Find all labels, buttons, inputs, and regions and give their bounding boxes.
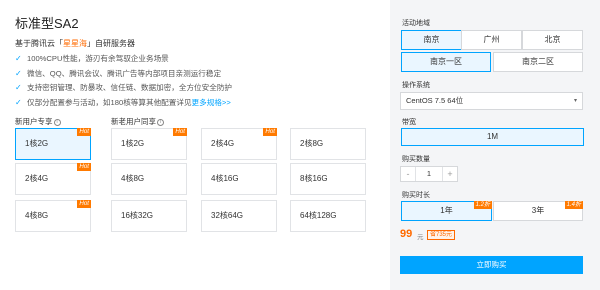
feature-item: ✓ 支持密钥管理、防暴攻、信任链、数据加密，全方位安全防护	[15, 81, 232, 96]
spec-card-label: 8核16G	[300, 174, 328, 183]
spec-card-4c16g[interactable]: 4核16G	[201, 163, 277, 195]
region-city-beijing[interactable]: 北京	[522, 30, 583, 50]
discount-badge: 1.4折	[564, 201, 583, 209]
spec-card-label: 2核8G	[300, 139, 324, 148]
increment-button[interactable]: +	[442, 167, 457, 181]
all-user-group-label: 新老用户同享 i	[111, 116, 164, 127]
spec-card-label: 4核8G	[25, 211, 49, 220]
check-icon: ✓	[15, 83, 22, 93]
bandwidth-option[interactable]: 1M	[401, 128, 584, 146]
product-purchase-panel: 标准型SA2 基于腾讯云「星星海」自研服务器 ✓ 100%CPU性能，游刃有余驾驭…	[0, 0, 600, 290]
info-icon[interactable]: i	[157, 118, 164, 126]
duration-label: 购买时长	[402, 192, 430, 199]
feature-text: 仅部分配置参与活动，如180核等算其他配置详见	[27, 97, 192, 107]
duration-option-label: 3年	[531, 206, 545, 215]
spec-card-16c32g[interactable]: 16核32G	[111, 200, 187, 232]
check-icon: ✓	[15, 97, 22, 107]
product-title: 标准型SA2	[15, 16, 79, 31]
product-subtitle: 基于腾讯云「星星海」自研服务器	[15, 38, 135, 49]
all-user-label-text: 新老用户同享	[111, 117, 156, 126]
new-user-label-text: 新用户专享	[15, 117, 53, 126]
zone-nanjing-2[interactable]: 南京二区	[493, 52, 583, 72]
check-icon: ✓	[15, 68, 22, 78]
os-value: CentOS 7.5 64位	[406, 96, 464, 105]
duration-1-year[interactable]: 1年 1.2折	[401, 201, 492, 221]
spec-card-new-1c2g[interactable]: 1核2G Hot	[15, 128, 91, 160]
quantity-value[interactable]: 1	[416, 167, 442, 181]
spec-card-1c2g[interactable]: 1核2G Hot	[111, 128, 187, 160]
quantity-label: 购买数量	[402, 156, 430, 163]
new-user-group-label: 新用户专享 i	[15, 116, 61, 127]
spec-card-label: 1核2G	[25, 139, 49, 148]
chevron-down-icon: ▾	[573, 98, 577, 104]
spec-card-32c64g[interactable]: 32核64G	[201, 200, 277, 232]
more-specs-link[interactable]: 更多规格>>	[192, 98, 231, 107]
buy-now-button[interactable]: 立即购买	[400, 256, 583, 274]
feature-text: 100%CPU性能，游刃有余驾驭企业务场景	[27, 54, 169, 63]
subtitle-highlight: 星星海	[63, 39, 87, 48]
duration-option-label: 1年	[440, 206, 453, 215]
price-unit: 元	[417, 234, 424, 241]
region-label: 活动地域	[402, 20, 430, 27]
price-value: 99	[400, 228, 413, 240]
spec-card-64c128g[interactable]: 64核128G	[290, 200, 366, 232]
savings-badge: 省735元	[427, 230, 456, 240]
region-city-guangzhou[interactable]: 广州	[461, 30, 522, 50]
hot-badge: Hot	[77, 163, 91, 171]
spec-card-label: 64核128G	[300, 211, 337, 220]
feature-text: 微信、QQ、腾讯会议、腾讯广告等内部项目亲测运行稳定	[27, 68, 222, 78]
duration-3-year[interactable]: 3年 1.4折	[493, 201, 583, 221]
spec-card-label: 4核8G	[121, 174, 145, 183]
spec-card-label: 32核64G	[211, 211, 244, 220]
hot-badge: Hot	[263, 128, 277, 136]
os-label: 操作系统	[402, 82, 430, 89]
spec-card-8c16g[interactable]: 8核16G	[290, 163, 366, 195]
check-icon: ✓	[15, 54, 22, 63]
subtitle-suffix: 」自研服务器	[87, 39, 135, 48]
feature-list: ✓ 100%CPU性能，游刃有余驾驭企业务场景 ✓ 微信、QQ、腾讯会议、腾讯广告等…	[15, 52, 232, 110]
zone-nanjing-1[interactable]: 南京一区	[401, 52, 491, 72]
feature-text: 支持密钥管理、防暴攻、信任链、数据加密，全方位安全防护	[27, 83, 233, 93]
spec-card-4c8g[interactable]: 4核8G	[111, 163, 187, 195]
spec-card-label: 4核16G	[211, 174, 239, 183]
spec-card-label: 2核4G	[25, 174, 49, 183]
spec-card-new-2c4g[interactable]: 2核4G Hot	[15, 163, 91, 195]
os-select[interactable]: CentOS 7.5 64位 ▾	[400, 92, 583, 110]
subtitle-prefix: 基于腾讯云「	[15, 39, 63, 48]
info-icon[interactable]: i	[53, 118, 61, 126]
hot-badge: Hot	[173, 128, 187, 136]
quantity-stepper: - 1 +	[400, 166, 458, 182]
spec-card-2c4g[interactable]: 2核4G Hot	[201, 128, 277, 160]
spec-card-label: 2核4G	[211, 139, 235, 148]
hot-badge: Hot	[77, 128, 91, 136]
discount-badge: 1.2折	[473, 201, 492, 209]
decrement-button[interactable]: -	[401, 167, 416, 181]
spec-card-label: 16核32G	[121, 211, 154, 220]
feature-item: ✓ 仅部分配置参与活动，如180核等算其他配置详见更多规格>>	[15, 96, 232, 111]
feature-item: ✓ 100%CPU性能，游刃有余驾驭企业务场景	[15, 52, 232, 67]
feature-item: ✓ 微信、QQ、腾讯会议、腾讯广告等内部项目亲测运行稳定	[15, 67, 232, 82]
region-city-nanjing[interactable]: 南京	[401, 30, 462, 50]
spec-card-new-4c8g[interactable]: 4核8G Hot	[15, 200, 91, 232]
spec-card-2c8g[interactable]: 2核8G	[290, 128, 366, 160]
product-info: 标准型SA2 基于腾讯云「星星海」自研服务器 ✓ 100%CPU性能，游刃有余驾驭…	[0, 0, 390, 290]
hot-badge: Hot	[77, 200, 91, 208]
bandwidth-label: 带宽	[402, 119, 416, 126]
spec-card-label: 1核2G	[121, 139, 145, 148]
